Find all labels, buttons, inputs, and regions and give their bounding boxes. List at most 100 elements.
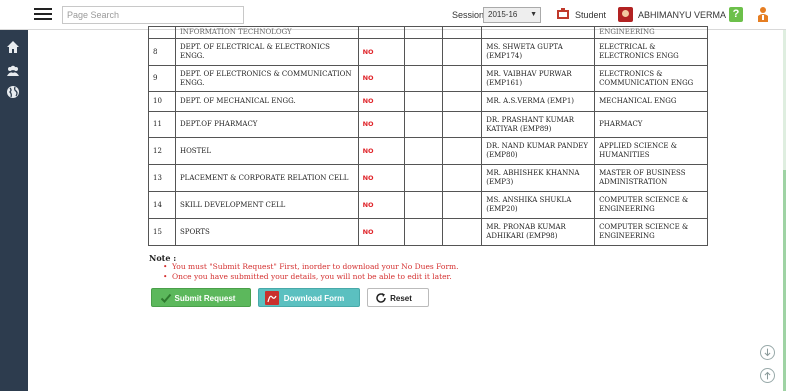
no-dues-table: INFORMATION TECHNOLOGY ENGINEERING 8 DEP… [148, 26, 708, 246]
reset-button[interactable]: Reset [367, 288, 429, 307]
blank-cell [403, 218, 444, 246]
authority-dept-cell: MECHANICAL ENGG [594, 91, 708, 112]
note-item: You must "Submit Request" First, inorder… [163, 262, 459, 272]
sno-cell: 11 [148, 111, 176, 138]
dept-cell: HOSTEL [174, 137, 359, 165]
scroll-up-icon[interactable] [760, 368, 775, 383]
status-cell: NO [357, 38, 405, 66]
blank-cell [403, 191, 444, 219]
table-row: 15 SPORTS NO MR. PRONAB KUMAR ADHIKARI (… [148, 218, 708, 246]
blank-cell [442, 191, 483, 219]
sno-cell: 15 [148, 218, 176, 246]
blank-cell [442, 91, 483, 112]
dept-cell: INFORMATION TECHNOLOGY [174, 26, 359, 39]
blank-cell [442, 38, 483, 66]
globe-icon[interactable] [6, 85, 20, 99]
blank-cell [403, 91, 444, 112]
dept-cell: DEPT.OF PHARMACY [174, 111, 359, 138]
status-cell: NO [357, 91, 405, 112]
submit-request-label: Submit Request [174, 294, 236, 303]
table-row: 14 SKILL DEVELOPMENT CELL NO MS. ANSHIKA… [148, 191, 708, 219]
dept-cell: PLACEMENT & CORPORATE RELATION CELL [174, 164, 359, 192]
sno-cell: 14 [148, 191, 176, 219]
authority-cell: MR. ABHISHEK KHANNA (EMP3) [481, 164, 596, 192]
status-cell: NO [357, 65, 405, 92]
authority-cell: MR. PRONAB KUMAR ADHIKARI (EMP98) [481, 218, 596, 246]
dept-cell: DEPT. OF ELECTRICAL & ELECTRONICS ENGG. [174, 38, 359, 66]
blank-cell [403, 137, 444, 165]
sno-cell: 8 [148, 38, 176, 66]
authority-dept-cell: COMPUTER SCIENCE & ENGINEERING [594, 218, 708, 246]
authority-cell: DR. PRASHANT KUMAR KATIYAR (EMP89) [481, 111, 596, 138]
user-name[interactable]: ABHIMANYU VERMA [638, 10, 726, 20]
download-form-label: Download Form [283, 294, 345, 303]
status-cell: NO [357, 218, 405, 246]
note-list: You must "Submit Request" First, inorder… [163, 262, 459, 282]
search-input[interactable] [62, 6, 244, 24]
authority-dept-cell: MASTER OF BUSINESS ADMINISTRATION [594, 164, 708, 192]
session-select[interactable]: 2015-16 ▼ [483, 7, 541, 23]
status-cell: NO [357, 191, 405, 219]
authority-dept-cell: APPLIED SCIENCE & HUMANITIES [594, 137, 708, 165]
authority-dept: ENGINEERING [599, 28, 655, 36]
authority-cell: MS. ANSHIKA SHUKLA (EMP20) [481, 191, 596, 219]
blank-cell [442, 137, 483, 165]
reset-label: Reset [390, 294, 412, 303]
dept-cell: SPORTS [174, 218, 359, 246]
student-icon[interactable] [556, 7, 570, 21]
note-item: Once you have submitted your details, yo… [163, 272, 459, 282]
blank-cell [403, 111, 444, 138]
blank-cell [403, 26, 444, 39]
session-value: 2015-16 [488, 10, 518, 19]
authority-cell: MR. A.S.VERMA (EMP1) [481, 91, 596, 112]
authority-cell [481, 26, 596, 39]
authority-cell: MR. VAIBHAV PURWAR (EMP161) [481, 65, 596, 92]
authority-cell: MS. SHWETA GUPTA (EMP174) [481, 38, 596, 66]
authority-dept-cell: PHARMACY [594, 111, 708, 138]
blank-cell [442, 218, 483, 246]
status-cell: NO [357, 164, 405, 192]
blank-cell [403, 65, 444, 92]
blank-cell [403, 38, 444, 66]
chevron-down-icon: ▼ [530, 11, 537, 18]
user-pin-icon[interactable] [756, 6, 770, 23]
blank-cell [442, 111, 483, 138]
scroll-down-icon[interactable] [760, 345, 775, 360]
authority-dept-cell: ENGINEERING [594, 26, 708, 39]
status-cell: NO [357, 111, 405, 138]
status-cell: NO [357, 137, 405, 165]
blank-cell [442, 164, 483, 192]
sidebar [0, 30, 28, 391]
dept-cell: SKILL DEVELOPMENT CELL [174, 191, 359, 219]
blank-cell [442, 26, 483, 39]
session-label: Session [452, 10, 485, 20]
blank-cell [442, 65, 483, 92]
authority-dept-cell: ELECTRONICS & COMMUNICATION ENGG [594, 65, 708, 92]
home-icon[interactable] [6, 40, 20, 54]
users-icon[interactable] [6, 64, 20, 78]
status-cell [357, 26, 405, 39]
table-row: 10 DEPT. OF MECHANICAL ENGG. NO MR. A.S.… [148, 91, 708, 112]
table-row: 8 DEPT. OF ELECTRICAL & ELECTRONICS ENGG… [148, 38, 708, 66]
dept-name: INFORMATION TECHNOLOGY [179, 28, 292, 36]
sno-cell: 13 [148, 164, 176, 192]
table-row: INFORMATION TECHNOLOGY ENGINEERING [148, 26, 708, 39]
help-button[interactable]: ? [729, 7, 743, 22]
dept-cell: DEPT. OF MECHANICAL ENGG. [174, 91, 359, 112]
table-row: 11 DEPT.OF PHARMACY NO DR. PRASHANT KUMA… [148, 111, 708, 138]
authority-dept-cell: ELECTRICAL & ELECTRONICS ENGG [594, 38, 708, 66]
student-label[interactable]: Student [575, 10, 606, 20]
table-row: 13 PLACEMENT & CORPORATE RELATION CELL N… [148, 164, 708, 192]
blank-cell [403, 164, 444, 192]
download-form-button[interactable]: Download Form [258, 288, 360, 307]
submit-request-button[interactable]: Submit Request [151, 288, 251, 307]
menu-icon[interactable] [34, 8, 52, 22]
table-row: 9 DEPT. OF ELECTRONICS & COMMUNICATION E… [148, 65, 708, 92]
dept-cell: DEPT. OF ELECTRONICS & COMMUNICATION ENG… [174, 65, 359, 92]
sno-cell: 12 [148, 137, 176, 165]
sno-cell: 10 [148, 91, 176, 112]
sno-cell [148, 26, 176, 39]
avatar[interactable] [618, 7, 633, 22]
table-row: 12 HOSTEL NO DR. NAND KUMAR PANDEY (EMP8… [148, 137, 708, 165]
authority-cell: DR. NAND KUMAR PANDEY (EMP80) [481, 137, 596, 165]
